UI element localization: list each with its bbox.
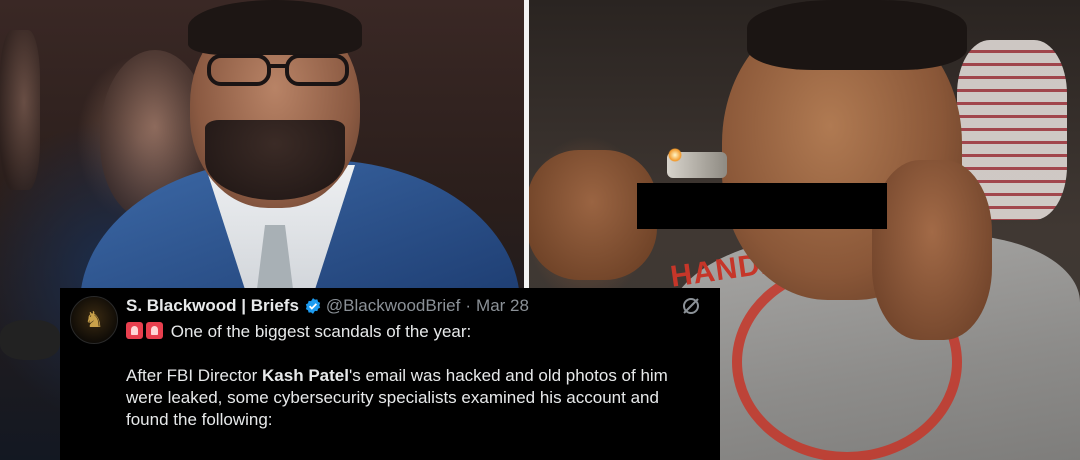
flame (668, 148, 682, 162)
grok-icon[interactable] (681, 296, 701, 316)
siren-icon (126, 322, 143, 339)
tweet-line-1-text: One of the biggest scandals of the year: (170, 322, 472, 341)
separator-dot: · (465, 296, 472, 315)
p2-bold-name: Kash Patel (262, 366, 349, 385)
siren-icon (146, 322, 163, 339)
avatar-icon[interactable]: ♞ (70, 296, 118, 344)
tweet-paragraph-2: After FBI Director Kash Patel's email wa… (126, 365, 706, 431)
hand-right (872, 160, 992, 340)
hair (188, 0, 362, 55)
p2-pre: After FBI Director (126, 366, 263, 385)
verified-badge-icon (305, 298, 321, 314)
censor-bar (637, 183, 887, 229)
p2-mid: 's email was hacked and old photos of hi… (348, 366, 668, 385)
p2-line3: found the following: (126, 410, 273, 429)
tweet-line-1: One of the biggest scandals of the year: (126, 321, 706, 343)
background-person (0, 30, 40, 190)
microphone (0, 320, 60, 360)
tweet-text: One of the biggest scandals of the year:… (126, 321, 706, 431)
tweet-date[interactable]: Mar 28 (476, 296, 529, 316)
glasses-icon (207, 54, 349, 86)
tweet-header: S. Blackwood | Briefs @BlackwoodBrief · … (126, 294, 529, 318)
hair (747, 0, 967, 70)
beard (205, 120, 345, 200)
p2-line2: were leaked, some cybersecurity speciali… (126, 388, 659, 407)
handle[interactable]: @BlackwoodBrief (326, 296, 460, 316)
display-name[interactable]: S. Blackwood | Briefs (126, 296, 299, 316)
tweet-card[interactable]: ♞ S. Blackwood | Briefs @BlackwoodBrief … (60, 288, 720, 460)
